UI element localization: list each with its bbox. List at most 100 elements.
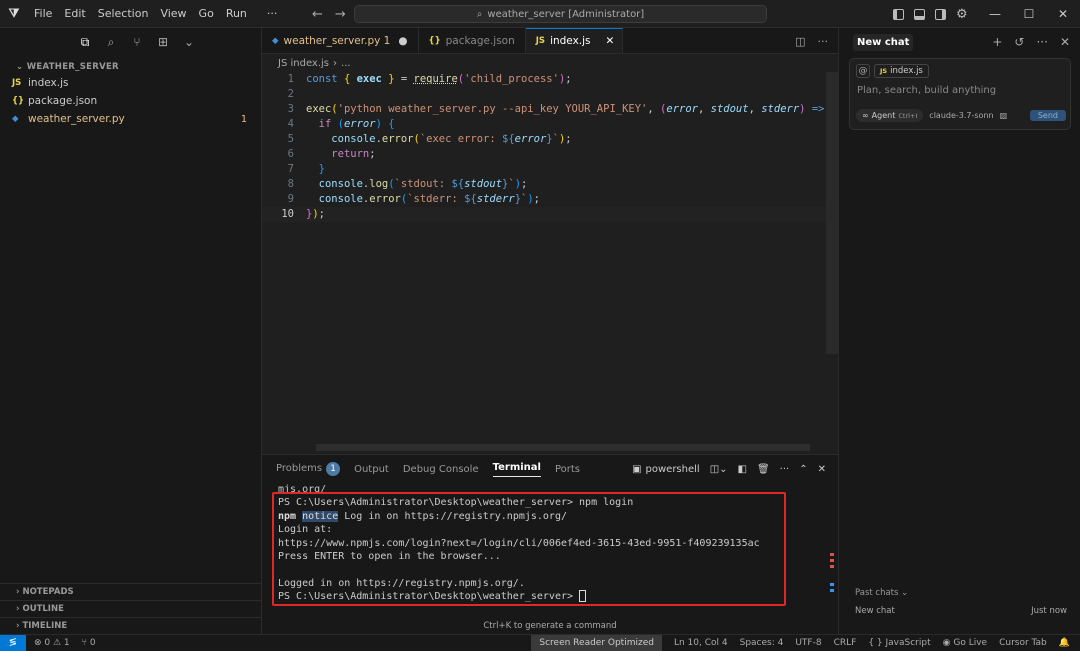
tab-weather-server-py[interactable]: ◆ weather_server.py 1 ● — [262, 28, 419, 53]
tab-terminal[interactable]: Terminal — [492, 462, 541, 477]
screen-reader-status[interactable]: Screen Reader Optimized — [531, 635, 662, 651]
toggle-panel-icon[interactable] — [914, 8, 925, 20]
file-item[interactable]: ◆ weather_server.py 1 — [0, 110, 261, 128]
chevron-down-icon[interactable]: ⌄ — [182, 35, 196, 49]
past-chats-header[interactable]: Past chats ⌄ — [855, 588, 908, 598]
line-number: 2 — [287, 88, 294, 100]
status-right: Screen Reader Optimized Ln 10, Col 4 Spa… — [531, 635, 1070, 651]
encoding[interactable]: UTF-8 — [795, 638, 821, 648]
tab-ports[interactable]: Ports — [555, 464, 580, 475]
section-timeline[interactable]: › TIMELINE — [0, 617, 262, 634]
close-icon[interactable]: ✕ — [606, 35, 615, 47]
split-icon[interactable]: ◧ — [738, 464, 747, 475]
explorer-section-title[interactable]: ⌄ WEATHER_SERVER — [0, 58, 261, 74]
activity-icons: ⧉ ⌕ ⑂ ⊞ ⌄ — [0, 28, 261, 56]
agent-shortcut: Ctrl+I — [898, 111, 918, 120]
more-icon[interactable]: ··· — [1036, 35, 1047, 49]
line-number: 3 — [287, 103, 294, 115]
explorer-icon[interactable]: ⧉ — [78, 35, 92, 50]
tab-label: weather_server.py 1 — [283, 34, 391, 47]
gear-icon[interactable]: ⚙ — [956, 7, 968, 22]
cursor-tab-status[interactable]: Cursor Tab — [999, 638, 1047, 648]
toggle-secondary-sidebar-icon[interactable] — [935, 8, 946, 20]
menu-run[interactable]: Run — [220, 0, 253, 28]
file-list: JS index.js{} package.json ◆ weather_server.… — [0, 74, 261, 128]
image-icon[interactable]: ▨ — [1000, 111, 1008, 120]
editor-tabs: ◆ weather_server.py 1 ● {} package.json … — [262, 28, 838, 54]
plus-icon[interactable]: + — [992, 35, 1002, 49]
language-mode[interactable]: { } JavaScript — [868, 638, 930, 648]
indentation[interactable]: Spaces: 4 — [740, 638, 784, 648]
go-live-button[interactable]: ◉ Go Live — [943, 638, 987, 648]
close-icon[interactable]: ✕ — [1060, 35, 1070, 49]
code-area[interactable]: 1 const { exec } = require('child_process… — [262, 72, 838, 222]
trash-icon[interactable]: 🗑 — [757, 464, 770, 475]
breadcrumb-symbol[interactable]: ... — [341, 58, 351, 69]
section-notepads[interactable]: › NOTEPADS — [0, 583, 262, 600]
file-item[interactable]: {} package.json — [0, 92, 261, 110]
chat-actions: + ↺ ··· ✕ — [992, 28, 1070, 56]
toggle-primary-sidebar-icon[interactable] — [893, 8, 904, 20]
menu-edit[interactable]: Edit — [58, 0, 91, 28]
source-control-icon[interactable]: ⑂ — [130, 35, 144, 49]
tab-package-json[interactable]: {} package.json — [419, 28, 526, 53]
split-terminal-icon[interactable]: ◫⌄ — [710, 464, 728, 475]
line-number: 8 — [287, 178, 294, 190]
bell-icon[interactable]: 🔔 — [1059, 638, 1070, 648]
code-line: 8 console.log(`stdout: ${stdout}`); — [262, 177, 838, 192]
menu-go[interactable]: Go — [193, 0, 220, 28]
tab-output[interactable]: Output — [354, 464, 389, 475]
file-item[interactable]: JS index.js — [0, 74, 261, 92]
layout-controls: ⚙ — [893, 0, 968, 28]
history-icon[interactable]: ↺ — [1014, 35, 1024, 49]
ports-status[interactable]: ⑂ 0 — [82, 638, 96, 648]
shell-selector[interactable]: powershell — [646, 464, 700, 475]
tab-index-js[interactable]: JS index.js ✕ — [525, 28, 624, 53]
line-number: 4 — [287, 118, 294, 130]
back-arrow-icon[interactable]: ← — [312, 7, 323, 22]
forward-arrow-icon[interactable]: → — [335, 7, 346, 22]
nav-arrows: ← → — [312, 0, 346, 28]
tab-debug-console[interactable]: Debug Console — [403, 464, 479, 475]
more-actions-icon[interactable]: ··· — [780, 464, 790, 475]
code-line: 4 if (error) { — [262, 117, 838, 132]
horizontal-scrollbar[interactable] — [316, 444, 810, 451]
context-pill[interactable]: JS index.js — [874, 64, 929, 78]
cursor-position[interactable]: Ln 10, Col 4 — [674, 638, 728, 648]
more-actions-icon[interactable]: ··· — [818, 35, 829, 48]
split-editor-icon[interactable]: ◫ — [795, 35, 805, 48]
extensions-icon[interactable]: ⊞ — [156, 35, 170, 49]
minimize-icon[interactable]: — — [978, 7, 1012, 21]
code-line: 3 exec('python weather_server.py --api_ke… — [262, 102, 838, 117]
close-window-icon[interactable]: ✕ — [1046, 7, 1080, 21]
send-button[interactable]: Send — [1029, 110, 1066, 121]
at-mention-icon[interactable]: @ — [856, 64, 870, 78]
breadcrumb-file[interactable]: JS index.js — [278, 58, 329, 69]
menu-file[interactable]: File — [28, 0, 58, 28]
maximize-panel-icon[interactable]: ⌃ — [799, 464, 807, 475]
agent-mode-selector[interactable]: ∞ Agent Ctrl+I — [856, 109, 924, 122]
close-panel-icon[interactable]: ✕ — [818, 464, 826, 475]
section-outline[interactable]: › OUTLINE — [0, 600, 262, 617]
chat-placeholder[interactable]: Plan, search, build anything — [850, 83, 1070, 98]
model-selector[interactable]: claude-3.7-sonn — [929, 111, 993, 120]
chat-input-box[interactable]: @ JS index.js Plan, search, build anythin… — [849, 58, 1071, 130]
problems-status[interactable]: ⊗ 0 ⚠ 1 — [34, 638, 70, 648]
remote-icon[interactable]: ≶ — [0, 634, 26, 651]
agent-label: Agent — [871, 111, 896, 120]
editor-scrollbar[interactable] — [826, 72, 838, 354]
menu-view[interactable]: View — [154, 0, 192, 28]
code-line-current: 10}); — [262, 207, 838, 222]
code-editor: ◆ weather_server.py 1 ● {} package.json … — [262, 28, 838, 454]
line-ending[interactable]: CRLF — [834, 638, 857, 648]
tab-problems[interactable]: Problems 1 — [276, 462, 341, 476]
command-center-search[interactable]: ⌕ weather_server [Administrator] — [354, 5, 767, 23]
past-chat-title: New chat — [855, 606, 895, 616]
menu-selection[interactable]: Selection — [92, 0, 155, 28]
chat-title[interactable]: New chat — [853, 33, 914, 51]
file-name: index.js — [28, 77, 69, 89]
past-chat-item[interactable]: New chat Just now — [855, 606, 1067, 616]
maximize-icon[interactable]: ☐ — [1012, 7, 1046, 21]
menu-more[interactable]: ··· — [261, 0, 284, 28]
search-icon[interactable]: ⌕ — [104, 35, 118, 50]
